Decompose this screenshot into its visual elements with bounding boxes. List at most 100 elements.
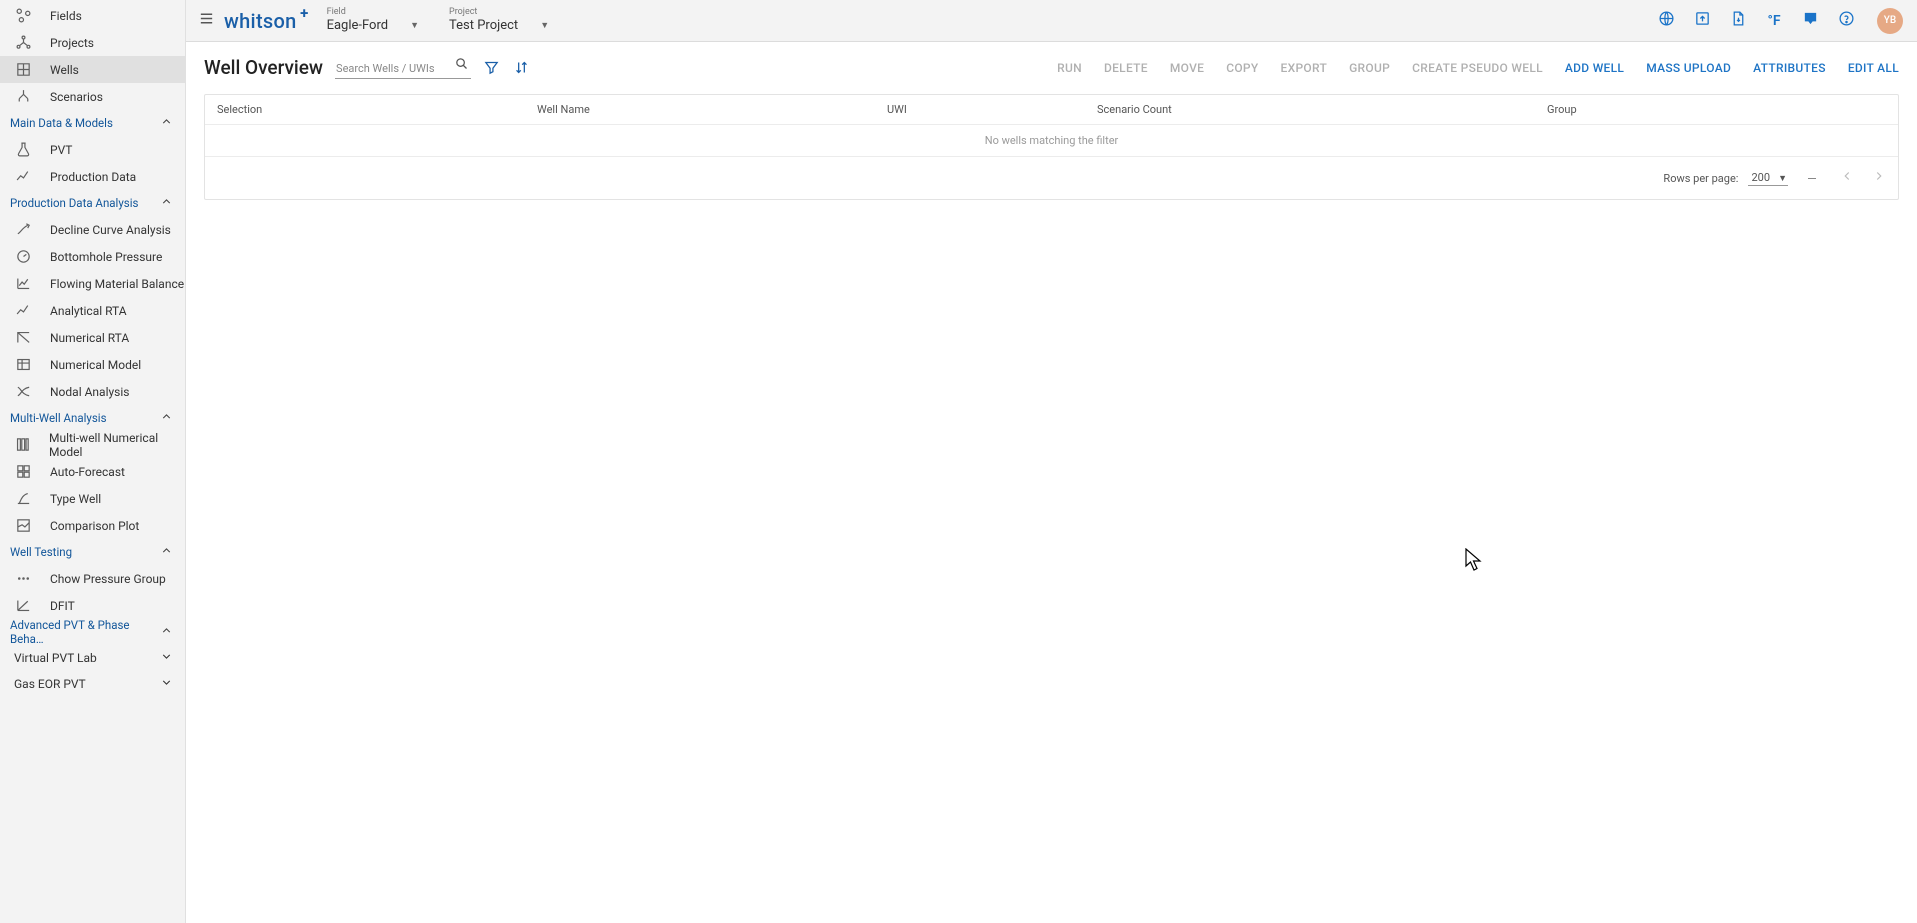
typewell-icon (14, 490, 32, 508)
search-input[interactable] (335, 56, 471, 79)
user-avatar[interactable]: YB (1877, 8, 1903, 34)
chevron-up-icon (160, 544, 173, 560)
page-range (1808, 178, 1816, 179)
nodal-icon (14, 383, 32, 401)
page-toolbar: Well Overview RUN DELETE MOVE COPY EXPOR… (186, 42, 1917, 94)
chevron-down-icon (160, 676, 173, 692)
sidebar-item-fields[interactable]: Fields (0, 2, 185, 29)
dropdown-icon: ▼ (1778, 173, 1787, 184)
sidebar-group-label: Production Data Analysis (10, 196, 138, 210)
sidebar-item-dfit[interactable]: DFIT (0, 592, 185, 619)
sidebar-item-chow[interactable]: Chow Pressure Group (0, 565, 185, 592)
sidebar-item-label: Nodal Analysis (50, 385, 129, 399)
edit-all-button[interactable]: EDIT ALL (1848, 61, 1899, 75)
content-area: Selection Well Name UWI Scenario Count G… (186, 94, 1917, 923)
sidebar-item-analytical-rta[interactable]: Analytical RTA (0, 297, 185, 324)
delete-button[interactable]: DELETE (1104, 61, 1148, 75)
dropdown-icon: ▼ (540, 20, 549, 31)
sidebar-item-type-well[interactable]: Type Well (0, 485, 185, 512)
run-button[interactable]: RUN (1057, 61, 1082, 75)
sidebar-item-label: Numerical RTA (50, 331, 129, 345)
table-header: Selection Well Name UWI Scenario Count G… (205, 95, 1898, 125)
filter-button[interactable] (481, 58, 501, 78)
numrta-icon (14, 329, 32, 347)
project-selector-value: Test Project (449, 18, 518, 33)
sidebar-item-label: Type Well (50, 492, 101, 506)
menu-toggle-button[interactable] (192, 10, 220, 32)
sidebar-item-label: Chow Pressure Group (50, 572, 166, 586)
sidebar-item-fmb[interactable]: Flowing Material Balance (0, 270, 185, 297)
sidebar-item-nodal[interactable]: Nodal Analysis (0, 378, 185, 405)
dfit-icon (14, 597, 32, 615)
sidebar-item-label: Comparison Plot (50, 519, 139, 533)
topbar: whitson+ Field Eagle-Ford ▼ Project Test… (186, 0, 1917, 42)
sidebar-subgroup-gas-eor[interactable]: Gas EOR PVT (0, 671, 185, 697)
sidebar-item-projects[interactable]: Projects (0, 29, 185, 56)
sidebar-item-multiwell-model[interactable]: Multi-well Numerical Model (0, 431, 185, 458)
group-button[interactable]: GROUP (1349, 61, 1390, 75)
sidebar-group-advanced-pvt[interactable]: Advanced PVT & Phase Beha… (0, 619, 185, 645)
search-icon[interactable] (454, 56, 469, 75)
globe-icon[interactable] (1655, 10, 1677, 32)
sidebar-subgroup-virtual-pvt[interactable]: Virtual PVT Lab (0, 645, 185, 671)
rows-per-page: Rows per page: 200 ▼ (1663, 170, 1788, 186)
sidebar-item-bhp[interactable]: Bottomhole Pressure (0, 243, 185, 270)
table-footer: Rows per page: 200 ▼ (205, 157, 1898, 199)
col-uwi[interactable]: UWI (875, 103, 1085, 116)
sidebar: Fields Projects Wells Scenarios Main Dat… (0, 0, 186, 923)
toolbar-actions: RUN DELETE MOVE COPY EXPORT GROUP CREATE… (1057, 61, 1899, 75)
col-group[interactable]: Group (1535, 103, 1898, 116)
sidebar-item-label: Analytical RTA (50, 304, 127, 318)
sidebar-item-dca[interactable]: Decline Curve Analysis (0, 216, 185, 243)
sort-button[interactable] (511, 58, 531, 78)
col-scenario-count[interactable]: Scenario Count (1085, 103, 1535, 116)
main-column: whitson+ Field Eagle-Ford ▼ Project Test… (186, 0, 1917, 923)
sidebar-item-comparison-plot[interactable]: Comparison Plot (0, 512, 185, 539)
sidebar-group-production-analysis[interactable]: Production Data Analysis (0, 190, 185, 216)
wells-table: Selection Well Name UWI Scenario Count G… (204, 94, 1899, 200)
upload-icon[interactable] (1691, 10, 1713, 32)
sidebar-group-label: Main Data & Models (10, 116, 113, 130)
sidebar-item-label: DFIT (50, 599, 75, 613)
sidebar-item-label: Auto-Forecast (50, 465, 125, 479)
feedback-icon[interactable] (1799, 10, 1821, 32)
sidebar-item-auto-forecast[interactable]: Auto-Forecast (0, 458, 185, 485)
next-page-button[interactable] (1868, 169, 1890, 187)
field-selector[interactable]: Field Eagle-Ford ▼ (327, 8, 419, 33)
export-button[interactable]: EXPORT (1281, 61, 1328, 75)
sidebar-item-scenarios[interactable]: Scenarios (0, 83, 185, 110)
project-selector[interactable]: Project Test Project ▼ (449, 8, 549, 33)
sidebar-group-multi-well[interactable]: Multi-Well Analysis (0, 405, 185, 431)
chevron-up-icon (160, 624, 173, 640)
dots-icon (14, 570, 32, 588)
sidebar-group-main-data[interactable]: Main Data & Models (0, 110, 185, 136)
mass-upload-button[interactable]: MASS UPLOAD (1646, 61, 1731, 75)
prev-page-button[interactable] (1836, 169, 1858, 187)
brand-logo[interactable]: whitson+ (224, 9, 309, 33)
rows-per-page-value: 200 (1751, 171, 1770, 184)
sidebar-item-wells[interactable]: Wells (0, 56, 185, 83)
sidebar-item-label: Production Data (50, 170, 136, 184)
add-well-button[interactable]: ADD WELL (1565, 61, 1624, 75)
file-download-icon[interactable] (1727, 10, 1749, 32)
col-well-name[interactable]: Well Name (525, 103, 875, 116)
attributes-button[interactable]: ATTRIBUTES (1753, 61, 1826, 75)
search-wells (335, 56, 471, 79)
move-button[interactable]: MOVE (1170, 61, 1204, 75)
help-icon[interactable] (1835, 10, 1857, 32)
sidebar-item-pvt[interactable]: PVT (0, 136, 185, 163)
create-pseudo-well-button[interactable]: CREATE PSEUDO WELL (1412, 61, 1543, 75)
rows-per-page-selector[interactable]: 200 ▼ (1748, 170, 1788, 186)
sidebar-group-well-testing[interactable]: Well Testing (0, 539, 185, 565)
sidebar-item-numerical-rta[interactable]: Numerical RTA (0, 324, 185, 351)
sidebar-item-numerical-model[interactable]: Numerical Model (0, 351, 185, 378)
sidebar-item-production-data[interactable]: Production Data (0, 163, 185, 190)
field-selector-value: Eagle-Ford (327, 18, 389, 33)
sidebar-item-label: Wells (50, 63, 79, 77)
grid-icon (14, 61, 32, 79)
tree-icon (14, 88, 32, 106)
temperature-unit-button[interactable]: °F (1763, 13, 1785, 29)
copy-button[interactable]: COPY (1226, 61, 1258, 75)
col-selection[interactable]: Selection (205, 103, 525, 116)
dca-icon (14, 221, 32, 239)
